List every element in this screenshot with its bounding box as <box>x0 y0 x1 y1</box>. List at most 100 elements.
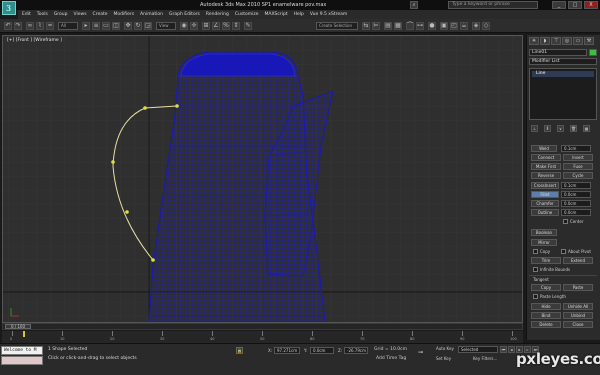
extend-button[interactable]: Extend <box>563 257 593 264</box>
redo-icon[interactable]: ↷ <box>14 22 22 30</box>
previous-frame-icon[interactable]: ◂ <box>508 346 515 353</box>
edit-named-selection-icon[interactable]: ✎ <box>244 22 252 30</box>
pivot-center-icon[interactable]: ◉ <box>180 22 188 30</box>
hierarchy-tab-icon[interactable]: ⊤ <box>551 37 561 45</box>
crossinsert-spinner[interactable]: 0.1cm <box>561 182 591 189</box>
maxscript-output[interactable] <box>1 356 43 365</box>
hide-button[interactable]: Hide <box>531 303 561 310</box>
z-coordinate-field[interactable]: -26.79cm <box>344 347 368 354</box>
spline-vertex[interactable] <box>125 210 129 214</box>
rotate-icon[interactable]: ↻ <box>134 22 142 30</box>
move-icon[interactable]: ✥ <box>124 22 132 30</box>
about-pivot-checkbox[interactable] <box>561 249 566 254</box>
object-name-field[interactable]: Line01 <box>529 49 587 56</box>
spline-vertex[interactable] <box>175 104 179 108</box>
outline-button[interactable]: Outline <box>531 209 559 216</box>
unbind-button[interactable]: Unbind <box>563 312 593 319</box>
selection-lock-icon[interactable]: 🔒 <box>236 347 243 354</box>
selection-filter-dropdown[interactable]: All <box>58 22 78 30</box>
schematic-view-icon[interactable]: ⊶ <box>416 22 424 30</box>
manipulate-icon[interactable]: ✢ <box>190 22 198 30</box>
menu-animation[interactable]: Animation <box>140 12 163 17</box>
menu-graph-editors[interactable]: Graph Editors <box>169 12 200 17</box>
trim-button[interactable]: Trim <box>531 257 561 264</box>
connect-button[interactable]: Connect <box>531 154 561 161</box>
tangent-copy-button[interactable]: Copy <box>531 284 561 291</box>
cycle-button[interactable]: Cycle <box>563 172 593 179</box>
configure-modifier-sets-icon[interactable]: ▦ <box>583 125 590 132</box>
select-object-icon[interactable]: ▸ <box>82 22 90 30</box>
object-color-swatch[interactable] <box>589 49 597 56</box>
menu-modifiers[interactable]: Modifiers <box>114 12 135 17</box>
menu-edit[interactable]: Edit <box>22 12 31 17</box>
chamfer-button[interactable]: Chamfer <box>531 200 559 207</box>
infinite-bounds-checkbox[interactable] <box>533 267 538 272</box>
spline-vertex[interactable] <box>143 106 147 110</box>
maximize-button[interactable]: □ <box>568 1 582 9</box>
make-unique-icon[interactable]: ∨ <box>557 125 564 132</box>
bind-space-warp-icon[interactable]: ≈ <box>46 22 54 30</box>
insert-button[interactable]: Insert <box>563 154 593 161</box>
modifier-list-dropdown[interactable]: Modifier List <box>529 58 597 65</box>
create-tab-icon[interactable]: ✳ <box>529 37 539 45</box>
go-to-start-icon[interactable]: ⏮ <box>500 346 507 353</box>
binoculars-icon[interactable]: ⌕ <box>410 1 418 9</box>
key-marker[interactable] <box>23 331 25 337</box>
auto-key-button[interactable]: Auto Key <box>436 346 454 351</box>
menu-vue[interactable]: Vue 9.5 xStream <box>310 12 347 17</box>
curve-editor-icon[interactable]: ⌒ <box>406 22 414 30</box>
chamfer-spinner[interactable]: 0.0cm <box>561 200 591 207</box>
track-bar[interactable]: 0 10 20 30 40 50 60 70 80 90 100 <box>2 331 523 343</box>
make-first-button[interactable]: Make First <box>531 163 561 170</box>
unhide-all-button[interactable]: Unhide All <box>563 303 593 310</box>
menu-create[interactable]: Create <box>93 12 108 17</box>
close-button[interactable]: X <box>584 1 598 9</box>
spinner-snap-icon[interactable]: ⇕ <box>232 22 240 30</box>
help-search-input[interactable]: Type a keyword or phrase <box>448 1 538 9</box>
spline-vertex[interactable] <box>151 258 155 262</box>
spline-vertex[interactable] <box>111 160 115 164</box>
named-selection-dropdown[interactable]: Create Selection <box>316 22 358 30</box>
copy-checkbox[interactable] <box>533 249 538 254</box>
rendered-frame-window-icon[interactable]: ◰ <box>450 22 458 30</box>
menu-help[interactable]: Help <box>294 12 304 17</box>
layer-manager-icon[interactable]: ▤ <box>384 22 392 30</box>
maxscript-listener[interactable]: Welcome to M <box>1 346 43 355</box>
fuse-button[interactable]: Fuse <box>563 163 593 170</box>
scale-icon[interactable]: ◲ <box>144 22 152 30</box>
key-mode-dropdown[interactable]: Selected <box>458 346 498 353</box>
fillet-button[interactable]: Fillet <box>531 191 559 198</box>
paste-length-checkbox[interactable] <box>533 294 538 299</box>
menu-rendering[interactable]: Rendering <box>206 12 229 17</box>
weld-button[interactable]: Weld <box>531 145 557 152</box>
x-coordinate-field[interactable]: 97.271cm <box>274 347 300 354</box>
bind-button[interactable]: Bind <box>531 312 561 319</box>
center-checkbox[interactable] <box>563 219 568 224</box>
percent-snap-icon[interactable]: % <box>222 22 230 30</box>
material-editor-icon[interactable]: ● <box>428 22 436 30</box>
set-key-button[interactable]: Set Key <box>436 356 451 361</box>
vue-icon[interactable]: ◈ <box>472 22 480 30</box>
utilities-tab-icon[interactable]: ⚒ <box>584 37 594 45</box>
snaps-toggle-icon[interactable]: ⊞ <box>202 22 210 30</box>
window-crossing-icon[interactable]: ◫ <box>112 22 120 30</box>
close-spline-button[interactable]: Close <box>563 321 593 328</box>
stack-item-line[interactable]: Line <box>532 71 594 77</box>
time-slider-thumb[interactable]: 0 / 100 <box>5 324 31 329</box>
extra-tool-icon[interactable]: ◇ <box>482 22 490 30</box>
key-icon[interactable]: ⊸ <box>418 349 432 356</box>
delete-button[interactable]: Delete <box>531 321 561 328</box>
crossinsert-button[interactable]: CrossInsert <box>531 182 559 189</box>
weld-threshold-spinner[interactable]: 0.1cm <box>561 145 591 152</box>
link-icon[interactable]: ∞ <box>26 22 34 30</box>
render-setup-icon[interactable]: ▣ <box>440 22 448 30</box>
rectangular-selection-icon[interactable]: ▭ <box>102 22 110 30</box>
menu-customize[interactable]: Customize <box>235 12 259 17</box>
minimize-button[interactable]: _ <box>552 1 566 9</box>
outline-spinner[interactable]: 0.0cm <box>561 209 591 216</box>
pin-stack-icon[interactable]: ⊥ <box>531 125 538 132</box>
boolean-button[interactable]: Boolean <box>531 229 557 236</box>
render-production-icon[interactable]: ☕ <box>460 22 468 30</box>
menu-maxscript[interactable]: MAXScript <box>265 12 288 17</box>
remove-modifier-icon[interactable]: 🗑 <box>570 125 577 132</box>
